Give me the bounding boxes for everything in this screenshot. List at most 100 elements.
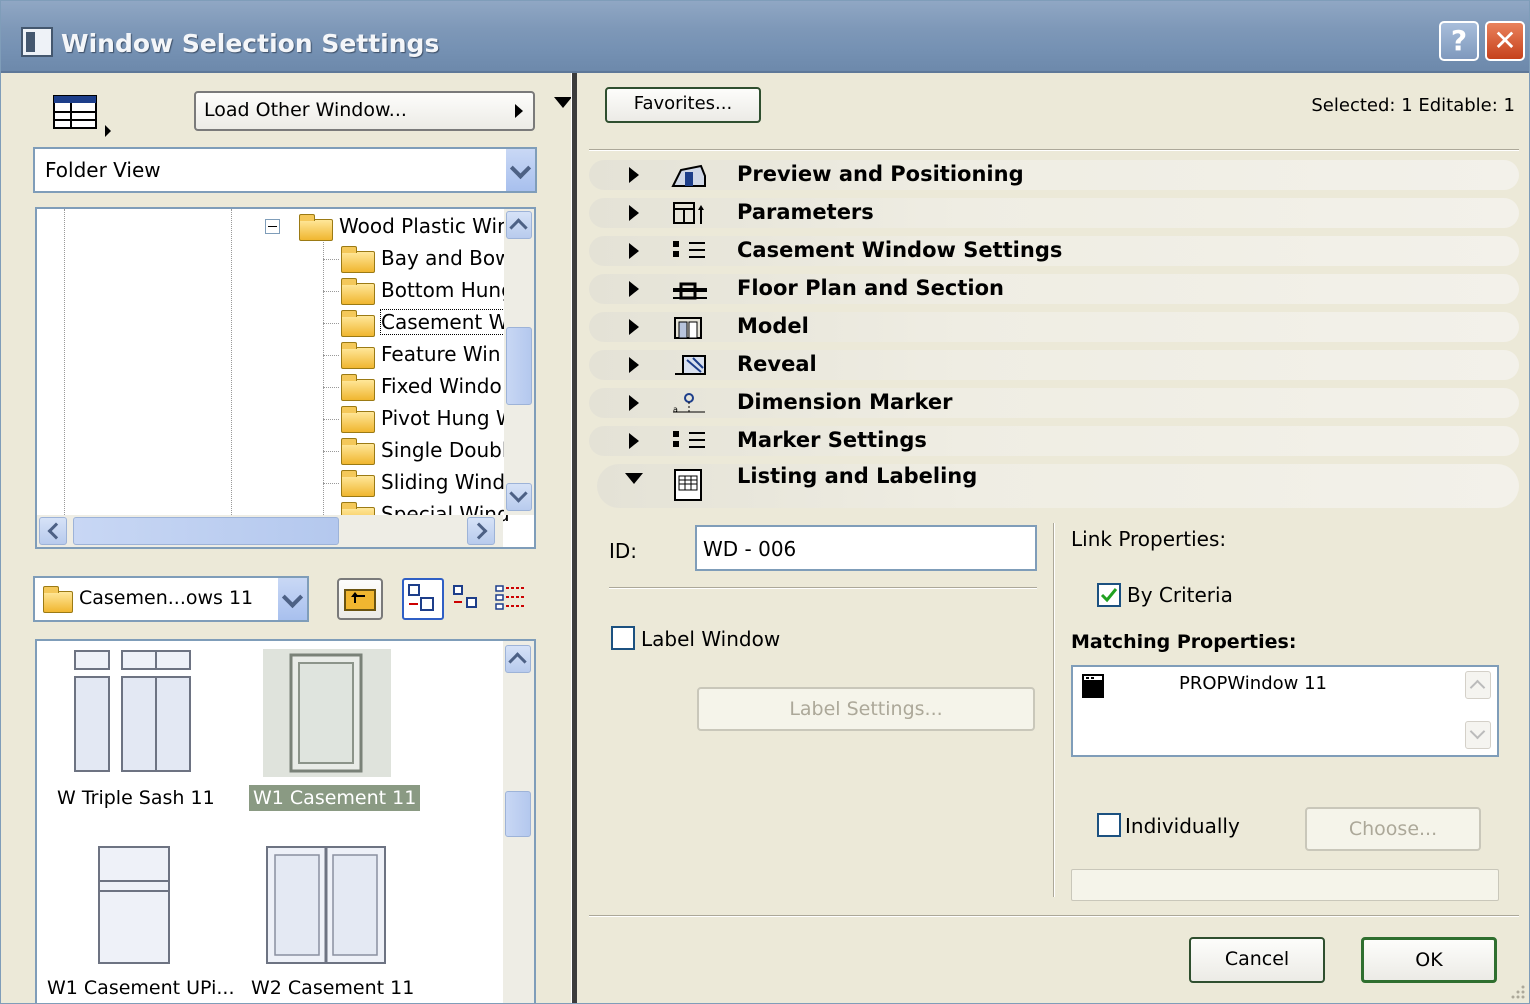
thumbnail-label-selected: W1 Casement 11 [249, 785, 421, 811]
tree-connector [323, 483, 339, 485]
window-selection-settings-dialog: Window Selection Settings ? ✕ Load Other… [0, 0, 1530, 1004]
triple-sash-window-image [74, 650, 191, 772]
library-pane: Load Other Window... Folder View Wood Pl… [1, 73, 549, 1003]
section-header[interactable]: Marker Settings [589, 426, 1519, 456]
folder-icon [341, 374, 375, 401]
tree-vertical-scrollbar[interactable] [504, 209, 534, 515]
list-scroll-down-icon[interactable] [1465, 721, 1491, 749]
collapsed-triangle-icon[interactable] [629, 167, 639, 183]
label-window-checkbox[interactable] [611, 626, 635, 650]
folder-icon [341, 342, 375, 369]
matching-properties-list[interactable]: PROPWindow 11 [1071, 665, 1499, 757]
footer-divider [589, 915, 1519, 917]
checkmark-icon [1100, 588, 1118, 603]
id-input[interactable]: WD - 006 [695, 525, 1037, 571]
preview-icon [671, 162, 707, 188]
tree-connector [323, 451, 339, 453]
folder-select-dropdown[interactable]: Casemen...ows 11 [33, 576, 309, 622]
thumbnail-item[interactable]: W2 Casement 11 [247, 841, 414, 1001]
collapsed-triangle-icon[interactable] [629, 205, 639, 221]
svg-text:a: a [673, 405, 678, 414]
choose-button[interactable]: Choose... [1305, 807, 1481, 851]
model-icon [671, 314, 707, 340]
id-value: WD - 006 [703, 537, 797, 561]
collapsed-triangle-icon[interactable] [629, 319, 639, 335]
label-settings-button[interactable]: Label Settings... [697, 687, 1035, 731]
section-header[interactable]: Parameters [589, 198, 1519, 228]
by-criteria-checkbox[interactable] [1097, 583, 1121, 607]
small-icons-view-icon[interactable] [451, 580, 485, 618]
load-other-window-button[interactable]: Load Other Window... [194, 91, 535, 131]
individually-checkbox[interactable] [1097, 813, 1121, 837]
scroll-left-icon[interactable] [39, 517, 67, 545]
section-title: Parameters [737, 200, 874, 224]
help-button[interactable]: ? [1439, 21, 1479, 61]
section-header[interactable]: Preview and Positioning [589, 160, 1519, 190]
section-header[interactable]: Listing and Labeling [597, 464, 1519, 508]
ok-button[interactable]: OK [1361, 937, 1497, 983]
section-header[interactable]: Casement Window Settings [589, 236, 1519, 266]
close-button[interactable]: ✕ [1485, 21, 1525, 61]
scroll-up-icon[interactable] [506, 211, 532, 239]
thumbnails-vertical-scrollbar[interactable] [503, 641, 534, 1003]
tree-horizontal-scrollbar[interactable] [37, 515, 503, 547]
scroll-down-icon[interactable] [506, 483, 532, 511]
collapse-icon[interactable] [265, 219, 280, 234]
large-icons-view-icon[interactable] [402, 578, 444, 620]
chevron-down-icon[interactable] [505, 149, 535, 191]
scroll-up-icon[interactable] [505, 645, 531, 673]
tree-item-label: Casement W [379, 309, 510, 335]
collapsed-triangle-icon[interactable] [629, 357, 639, 373]
favorites-button[interactable]: Favorites... [605, 87, 761, 123]
parent-folder-button[interactable] [337, 578, 383, 620]
submenu-arrow-icon [515, 104, 523, 118]
window-thumbnail-grid[interactable]: W Triple Sash 11 W1 Casement 11 W1 Casem… [35, 639, 536, 1003]
list-view-icon[interactable] [493, 580, 527, 618]
marker-settings-icon [671, 428, 707, 454]
listing-icon [671, 468, 707, 501]
matching-property-item[interactable]: PROPWindow 11 [1179, 673, 1327, 694]
section-header[interactable]: a Dimension Marker [589, 388, 1519, 418]
individual-properties-field[interactable] [1071, 869, 1499, 901]
thumbnails-scroll-thumb[interactable] [505, 791, 531, 837]
tree-guide-line [231, 209, 233, 547]
thumbnail-item-selected[interactable]: W1 Casement 11 [247, 649, 421, 811]
vertical-divider [1053, 523, 1055, 897]
tree-connector [323, 259, 339, 261]
thumbnail-item[interactable]: W Triple Sash 11 [37, 649, 237, 809]
chevron-down-icon[interactable] [277, 578, 307, 620]
tree-item-label: Sliding Windc [381, 470, 517, 494]
collapsed-triangle-icon[interactable] [629, 243, 639, 259]
resize-grip-icon[interactable] [1507, 981, 1527, 1001]
pane-toggle-arrow-icon[interactable] [554, 97, 572, 108]
folder-icon [341, 310, 375, 337]
tree-guide-line [64, 209, 66, 547]
parent-folder-icon [344, 589, 376, 611]
title-bar[interactable]: Window Selection Settings ? ✕ [1, 1, 1529, 73]
section-header[interactable]: Model [589, 312, 1519, 342]
collapsed-triangle-icon[interactable] [629, 433, 639, 449]
folder-tree[interactable]: Wood Plastic Wir Bay and Bow Bottom Hung Ca… [35, 207, 536, 549]
id-label: ID: [609, 539, 638, 563]
app-window-icon [21, 27, 53, 57]
folder-icon [43, 586, 73, 613]
thumbnail-item[interactable]: W1 Casement UPi... [37, 841, 237, 1001]
library-view-icon[interactable] [53, 95, 111, 137]
settings-list-icon [671, 238, 707, 264]
tree-scroll-thumb[interactable] [506, 327, 532, 405]
parameters-icon [671, 200, 707, 226]
section-header[interactable]: Floor Plan and Section [589, 274, 1519, 304]
thumbnail-label: W1 Casement UPi... [47, 977, 235, 999]
expanded-triangle-icon[interactable] [625, 473, 643, 484]
collapsed-triangle-icon[interactable] [629, 281, 639, 297]
collapsed-triangle-icon[interactable] [629, 395, 639, 411]
scroll-right-icon[interactable] [467, 517, 495, 545]
casement-upi-window-image [98, 846, 170, 964]
matching-properties-label: Matching Properties: [1071, 631, 1297, 653]
view-mode-dropdown[interactable]: Folder View [33, 147, 537, 193]
cancel-button[interactable]: Cancel [1189, 937, 1325, 983]
tree-hscroll-thumb[interactable] [73, 517, 339, 545]
settings-pane: Favorites... Selected: 1 Editable: 1 Pre… [577, 73, 1529, 1003]
section-header[interactable]: Reveal [589, 350, 1519, 380]
list-scroll-up-icon[interactable] [1465, 671, 1491, 699]
